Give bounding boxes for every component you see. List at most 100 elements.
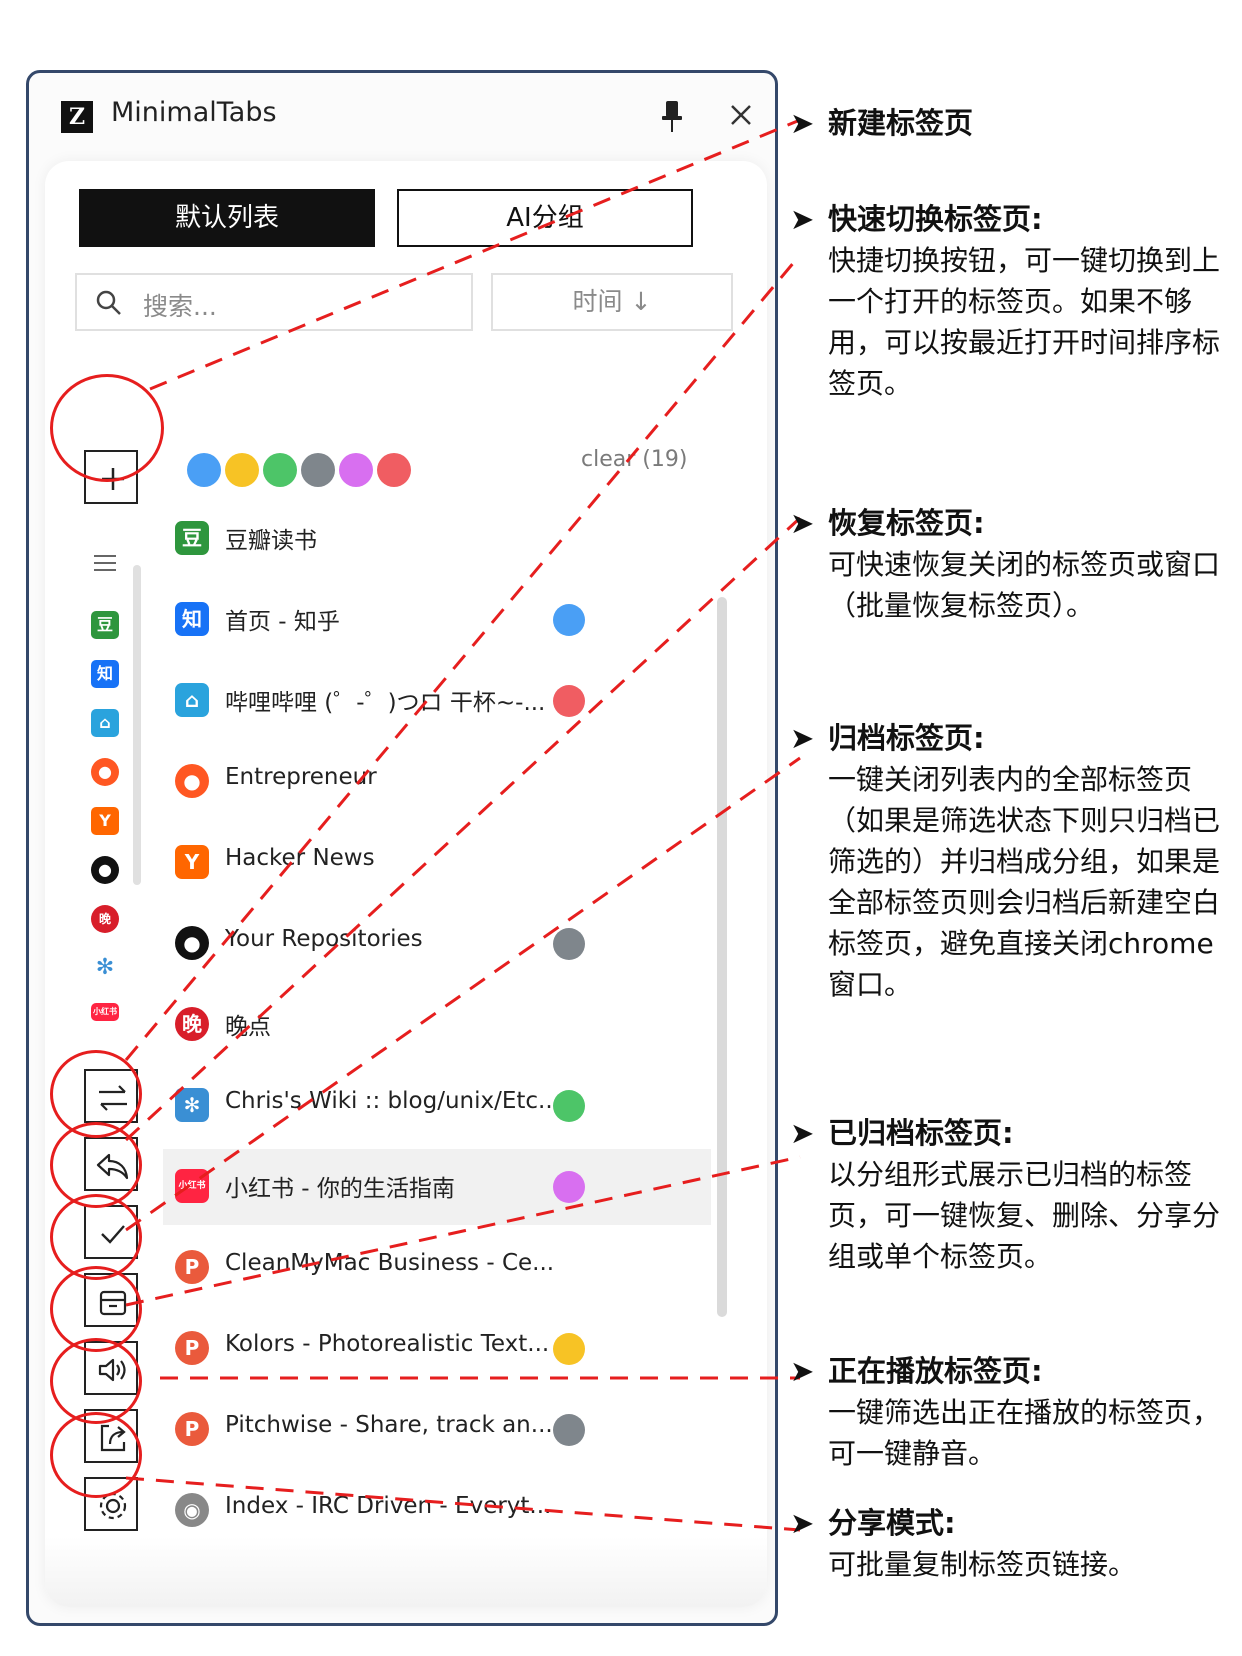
search-icon [96, 290, 121, 315]
annotation-title: 分享模式: [828, 1506, 956, 1540]
tab-title: 哔哩哔哩 (゜-゜)つロ 干杯~-... [225, 690, 546, 716]
sort-dropdown[interactable]: 时间 ↓ [491, 273, 733, 331]
app-logo: Z [61, 101, 93, 133]
arrow-icon: ➤ [790, 202, 815, 236]
tab-color-tag[interactable] [553, 604, 585, 636]
bilibili-icon[interactable]: ⌂ [91, 709, 119, 737]
xiaohongshu-icon: 小红书 [175, 1169, 209, 1203]
pin-icon[interactable] [659, 99, 685, 135]
annotation-desc: 一键关闭列表内的全部标签页（如果是筛选状态下则只归档已筛选的）并归档成分组，如果… [828, 763, 1221, 1001]
tab-row[interactable]: P Pitchwise - Share, track an... [163, 1392, 711, 1468]
arrow-icon: ➤ [790, 1506, 815, 1540]
filter-dot-purple[interactable] [339, 453, 373, 487]
annotation-switch-tab: ➤ 快速切换标签页: 快捷切换按钮，可一键切换到上一个打开的标签页。如果不够用，可… [790, 196, 1240, 404]
annotation-playing-tabs: ➤ 正在播放标签页: 一键筛选出正在播放的标签页，可一键静音。 [790, 1348, 1240, 1474]
search-placeholder: 搜索... [143, 292, 217, 321]
tab-title: 首页 - 知乎 [225, 609, 340, 635]
github-icon[interactable]: ● [91, 856, 119, 884]
douban-icon: 豆 [175, 521, 209, 555]
close-icon[interactable] [727, 101, 755, 129]
tab-title: 豆瓣读书 [225, 528, 317, 554]
tab-title: 小红书 - 你的生活指南 [225, 1176, 455, 1202]
annotation-title: 新建标签页 [828, 106, 974, 140]
annotation-desc: 可快速恢复关闭的标签页或窗口（批量恢复标签页）。 [828, 548, 1221, 622]
hackernews-icon[interactable]: Y [91, 807, 119, 835]
tab-ai-group[interactable]: AI分组 [397, 189, 693, 247]
wiki-icon[interactable]: ✻ [91, 954, 119, 982]
tab-color-tag[interactable] [553, 928, 585, 960]
annotation-new-tab: ➤ 新建标签页 [790, 100, 1240, 142]
annotation-desc: 快捷切换按钮，可一键切换到上一个打开的标签页。如果不够用，可以按最近打开时间排序… [828, 244, 1221, 400]
wiki-icon: ✻ [175, 1088, 209, 1122]
reddit-icon[interactable]: ● [91, 758, 119, 786]
annotation-desc: 以分组形式展示已归档的标签页，可一键恢复、删除、分享分组或单个标签页。 [828, 1158, 1221, 1273]
producthunt-icon: P [175, 1412, 209, 1446]
filter-dot-blue[interactable] [187, 453, 221, 487]
arrow-icon: ➤ [790, 721, 815, 755]
bilibili-icon: ⌂ [175, 683, 209, 717]
douban-icon[interactable]: 豆 [91, 611, 119, 639]
zhihu-icon: 知 [175, 602, 209, 636]
tab-title: Kolors - Photorealistic Text... [225, 1331, 550, 1357]
tab-title: CleanMyMac Business - Ce... [225, 1250, 555, 1276]
tab-row[interactable]: ● Entrepreneur [163, 744, 711, 820]
tab-color-tag[interactable] [553, 1414, 585, 1446]
producthunt-icon: P [175, 1250, 209, 1284]
tab-row[interactable]: ⌂ 哔哩哔哩 (゜-゜)つロ 干杯~-... [163, 663, 711, 739]
tab-row[interactable]: 小红书 小红书 - 你的生活指南 [163, 1149, 711, 1225]
tab-row[interactable]: ● Your Repositories [163, 906, 711, 982]
tab-row[interactable]: 知首页 - 知乎 [163, 582, 711, 658]
github-icon: ● [175, 926, 209, 960]
tab-title: Your Repositories [225, 926, 423, 952]
sidebar-scrollbar[interactable] [133, 565, 141, 885]
tab-title: Index - IRC Driven - Everyt... [225, 1493, 552, 1519]
tab-color-tag[interactable] [553, 1171, 585, 1203]
hackernews-icon: Y [175, 845, 209, 879]
zhihu-icon[interactable]: 知 [91, 660, 119, 688]
tab-title: Entrepreneur [225, 764, 377, 790]
clear-filter-button[interactable]: clear (19) [581, 447, 687, 472]
tab-default-list[interactable]: 默认列表 [79, 189, 375, 247]
arrow-icon: ➤ [790, 1116, 815, 1150]
filter-dot-gray[interactable] [301, 453, 335, 487]
arrow-icon: ➤ [790, 106, 815, 140]
tab-row[interactable]: 晚晚点 [163, 987, 711, 1063]
tab-row[interactable]: ✻ Chris's Wiki :: blog/unix/Etc... [163, 1068, 711, 1144]
tab-color-tag[interactable] [553, 685, 585, 717]
annotation-title: 已归档标签页: [828, 1116, 1014, 1150]
xiaohongshu-icon[interactable]: 小红书 [91, 1003, 119, 1021]
annotation-archived-tabs: ➤ 已归档标签页: 以分组形式展示已归档的标签页，可一键恢复、删除、分享分组或单个… [790, 1110, 1240, 1277]
annotation-restore-tab: ➤ 恢复标签页: 可快速恢复关闭的标签页或窗口（批量恢复标签页）。 [790, 500, 1240, 626]
tab-row[interactable]: P CleanMyMac Business - Ce... [163, 1230, 711, 1306]
filter-dot-yellow[interactable] [225, 453, 259, 487]
list-fade [45, 1537, 767, 1607]
wandian-icon: 晚 [175, 1007, 209, 1041]
tab-color-tag[interactable] [553, 1090, 585, 1122]
annotation-title: 归档标签页: [828, 721, 985, 755]
wandian-icon[interactable]: 晚 [91, 905, 119, 933]
tab-list: 豆豆瓣读书知首页 - 知乎 ⌂ 哔哩哔哩 (゜-゜)つロ 干杯~-... ● Entre… [163, 501, 723, 1591]
tab-color-tag[interactable] [553, 1333, 585, 1365]
tab-title: Chris's Wiki :: blog/unix/Etc... [225, 1088, 560, 1114]
reddit-icon: ● [175, 764, 209, 798]
annotation-title: 恢复标签页: [828, 506, 985, 540]
search-input[interactable]: 搜索... [75, 273, 473, 331]
tab-row[interactable]: P Kolors - Photorealistic Text... [163, 1311, 711, 1387]
filter-dot-red[interactable] [377, 453, 411, 487]
arrow-icon: ➤ [790, 506, 815, 540]
tab-title: Pitchwise - Share, track an... [225, 1412, 553, 1438]
annotation-share-mode: ➤ 分享模式: 可批量复制标签页链接。 [790, 1500, 1240, 1585]
main-panel: 默认列表 AI分组 搜索... 时间 ↓ clear (19) 豆 知 ⌂ ● … [45, 161, 767, 1607]
annotation-archive-tabs: ➤ 归档标签页: 一键关闭列表内的全部标签页（如果是筛选状态下则只归档已筛选的）并… [790, 715, 1240, 1005]
chrome-icon: ◉ [175, 1493, 209, 1527]
filter-dot-green[interactable] [263, 453, 297, 487]
list-icon[interactable] [91, 549, 119, 577]
annotation-desc: 一键筛选出正在播放的标签页，可一键静音。 [828, 1396, 1221, 1470]
app-title: MinimalTabs [111, 97, 277, 128]
annotation-title: 正在播放标签页: [828, 1354, 1043, 1388]
tab-list-scrollbar[interactable] [717, 597, 727, 1317]
producthunt-icon: P [175, 1331, 209, 1365]
title-bar: Z MinimalTabs [29, 73, 775, 163]
tab-row[interactable]: 豆豆瓣读书 [163, 501, 711, 577]
tab-row[interactable]: Y Hacker News [163, 825, 711, 901]
